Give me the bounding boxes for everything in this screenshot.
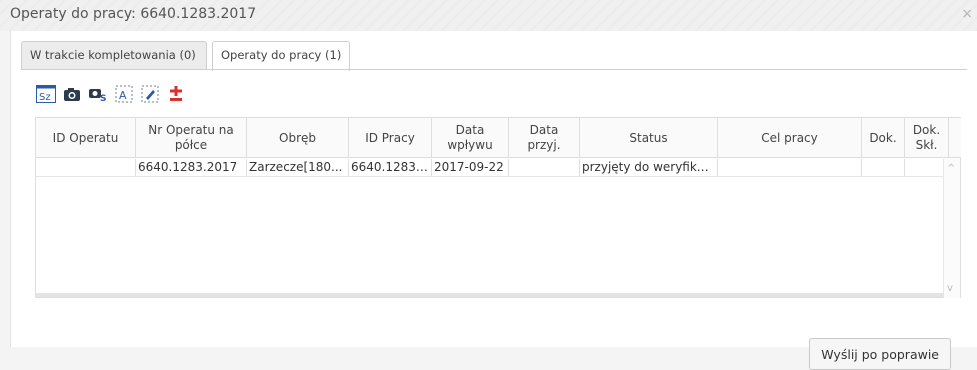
grid-header: ID Operatu Nr Operatu na półce Obręb ID … <box>36 118 961 158</box>
dialog-titlebar: Operaty do pracy: 6640.1283.2017 × <box>0 0 977 31</box>
cell-dok-skl <box>905 159 944 177</box>
scroll-down-icon[interactable]: v <box>947 283 953 294</box>
operaty-grid: ID Operatu Nr Operatu na półce Obręb ID … <box>35 117 961 298</box>
grid-toolbar: Sz S A <box>35 82 205 106</box>
col-header-dok-skl[interactable]: Dok. Skł. <box>905 118 949 158</box>
tab-w-trakcie-kompletowania[interactable]: W trakcie kompletowania (0) <box>21 41 207 70</box>
horizontal-scrollbar[interactable] <box>36 293 944 297</box>
col-header-nr-operatu[interactable]: Nr Operatu na półce <box>136 118 247 158</box>
svg-text:S: S <box>100 94 106 102</box>
dialog-window: Operaty do pracy: 6640.1283.2017 × W tra… <box>0 0 977 370</box>
col-header-data-przyj[interactable]: Data przyj. <box>509 118 580 158</box>
cell-data-przyj <box>509 159 580 177</box>
sz-icon[interactable]: Sz <box>35 83 57 105</box>
send-after-correction-button[interactable]: Wyślij po poprawie <box>809 338 951 370</box>
col-header-status[interactable]: Status <box>580 118 718 158</box>
cell-cel-pracy <box>718 159 862 177</box>
cell-data-wplywu: 2017-09-22 <box>432 159 509 177</box>
edit-select-icon[interactable] <box>139 83 161 105</box>
col-header-id-pracy[interactable]: ID Pracy <box>349 118 432 158</box>
cell-id-operatu <box>36 159 136 177</box>
camera-s-icon[interactable]: S <box>87 83 109 105</box>
col-header-data-wplywu[interactable]: Data wpływu <box>432 118 509 158</box>
col-header-dok[interactable]: Dok. <box>862 118 905 158</box>
close-icon[interactable]: × <box>961 6 973 22</box>
cell-nr-operatu: 6640.1283.2017 <box>136 159 247 177</box>
dialog-body: W trakcie kompletowania (0) Operaty do p… <box>10 31 977 370</box>
svg-text:Sz: Sz <box>39 92 51 103</box>
cell-id-pracy: 6640.1283.... <box>349 159 432 177</box>
tab-operaty-do-pracy[interactable]: Operaty do pracy (1) <box>212 41 350 71</box>
text-select-icon[interactable]: A <box>113 83 135 105</box>
svg-text:A: A <box>119 89 127 102</box>
plus-minus-icon[interactable] <box>165 83 187 105</box>
tab-content-operaty: Sz S A ID Operatu Nr Operatu na półce Ob… <box>21 69 967 370</box>
col-header-id-operatu[interactable]: ID Operatu <box>36 118 136 158</box>
camera-icon[interactable] <box>61 83 83 105</box>
cell-obreb: Zarzecze[180... <box>247 159 349 177</box>
table-row[interactable]: 6640.1283.2017 Zarzecze[180... 6640.1283… <box>36 159 944 177</box>
col-header-obreb[interactable]: Obręb <box>247 118 349 158</box>
cell-dok <box>862 159 905 177</box>
scroll-up-icon[interactable]: ^ <box>947 163 955 174</box>
dialog-title: Operaty do pracy: 6640.1283.2017 <box>10 6 257 22</box>
col-header-cel-pracy[interactable]: Cel pracy <box>718 118 862 158</box>
cell-status: przyjęty do weryfikacji <box>580 159 718 177</box>
vertical-scrollbar[interactable]: ^ v <box>943 159 960 298</box>
